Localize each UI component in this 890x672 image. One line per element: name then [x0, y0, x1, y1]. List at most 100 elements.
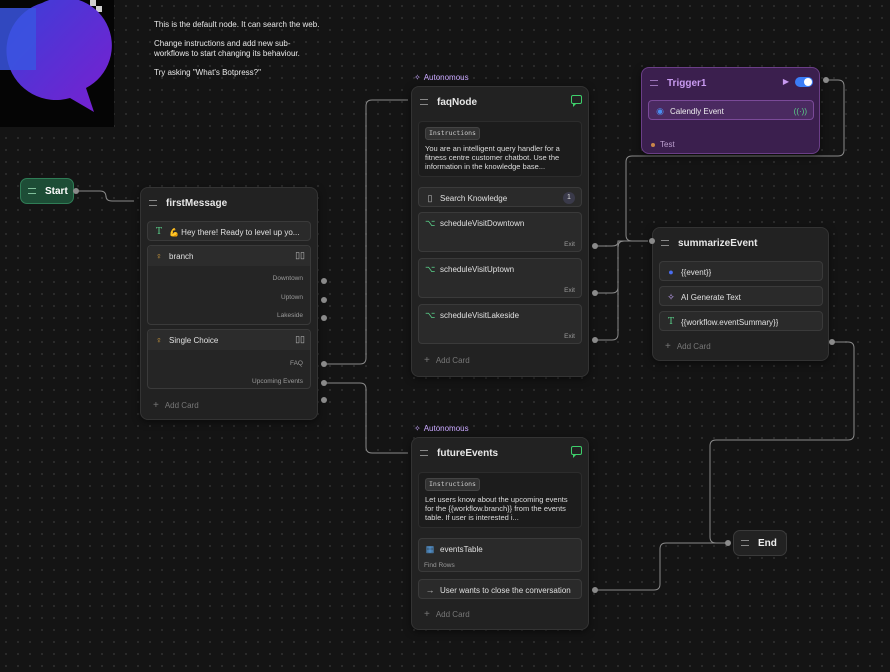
transition-port[interactable] [592, 587, 598, 593]
summarize-output-port[interactable] [829, 339, 835, 345]
chat-icon[interactable] [571, 95, 582, 107]
text-card[interactable]: T 💪 Hey there! Ready to level up yo... [147, 221, 311, 241]
wand-icon: ✧ [414, 73, 421, 82]
node-futureevents[interactable]: futureEvents Instructions Let users know… [411, 437, 589, 630]
drag-handle-icon[interactable] [420, 99, 428, 105]
drag-handle-icon[interactable] [661, 240, 669, 246]
node-title: faqNode [437, 96, 477, 108]
node-summarizeevent[interactable]: summarizeEvent ● {{event}} ✧ AI Generate… [652, 227, 829, 361]
botpress-logo-art [0, 0, 114, 127]
event-variable-card[interactable]: ● {{event}} [659, 261, 823, 281]
text-icon: T [155, 227, 162, 237]
subflow-card[interactable]: ⌥ scheduleVisitLakeside Exit [418, 304, 582, 344]
calendly-event-card[interactable]: ◉ Calendly Event ((·)) [648, 100, 814, 120]
add-card-label: Add Card [435, 356, 470, 365]
add-card-button[interactable]: + Add Card [153, 400, 199, 411]
subflow-label: scheduleVisitUptown [440, 264, 515, 274]
choice-port-events[interactable] [321, 380, 327, 386]
instructions-text: You are an intelligent query handler for… [425, 144, 560, 171]
summarize-input-port[interactable] [649, 238, 655, 244]
node-trigger[interactable]: Trigger1 ▶ ◉ Calendly Event ((·)) Test [641, 67, 820, 154]
add-card-button[interactable]: + Add Card [424, 355, 470, 366]
instructions-box[interactable]: Instructions Let users know about the up… [418, 472, 582, 528]
node-title: firstMessage [166, 197, 228, 209]
transition-label: User wants to close the conversation [440, 585, 571, 595]
branch-port-downtown[interactable] [321, 278, 327, 284]
start-output-port[interactable] [73, 188, 79, 194]
node-header[interactable]: faqNode [412, 87, 588, 117]
instructions-box[interactable]: Instructions You are an intelligent quer… [418, 121, 582, 177]
exit-port[interactable] [592, 290, 598, 296]
node-header[interactable]: firstMessage [141, 188, 317, 218]
choice-port-faq[interactable] [321, 361, 327, 367]
play-icon[interactable]: ▶ [783, 77, 789, 86]
branch-port-uptown[interactable] [321, 297, 327, 303]
node-header[interactable]: summarizeEvent [653, 228, 828, 258]
add-card-button[interactable]: + Add Card [665, 341, 711, 352]
plus-icon: + [665, 341, 671, 352]
node-firstmessage[interactable]: firstMessage T 💪 Hey there! Ready to lev… [140, 187, 318, 420]
autonomous-badge: ✧ Autonomous [414, 424, 469, 433]
choice-option: Upcoming Events [252, 378, 303, 385]
test-label: Test [660, 140, 675, 149]
node-header[interactable]: futureEvents [412, 438, 588, 468]
sparkle-icon: ✧ [667, 291, 675, 302]
text-card-label: 💪 Hey there! Ready to level up yo... [169, 227, 300, 237]
drag-handle-icon[interactable] [28, 188, 36, 194]
book-icon[interactable]: ▯▯ [295, 250, 305, 261]
events-table-card[interactable]: ▦ eventsTable Find Rows [418, 538, 582, 572]
node-faqnode[interactable]: faqNode Instructions You are an intellig… [411, 86, 589, 377]
book-icon: ▯ [427, 192, 433, 203]
subflow-icon: ⌥ [425, 309, 436, 320]
subflow-card[interactable]: ⌥ scheduleVisitUptown Exit [418, 258, 582, 298]
table-action: Find Rows [424, 562, 455, 569]
card-label: {{event}} [681, 267, 712, 277]
autonomous-label: Autonomous [423, 424, 469, 433]
subflow-card[interactable]: ⌥ scheduleVisitDowntown Exit [418, 212, 582, 252]
text-card[interactable]: T {{workflow.eventSummary}} [659, 311, 823, 331]
subflow-label: scheduleVisitLakeside [440, 310, 520, 320]
add-card-label: Add Card [435, 610, 470, 619]
plus-icon: + [424, 355, 430, 366]
lightbulb-icon: ♀ [155, 251, 163, 261]
event-label: Calendly Event [670, 106, 724, 116]
branch-port-lakeside[interactable] [321, 315, 327, 321]
transition-card[interactable]: → User wants to close the conversation [418, 579, 582, 599]
exit-port[interactable] [592, 243, 598, 249]
search-knowledge-card[interactable]: ▯ Search Knowledge 1 [418, 187, 582, 207]
drag-handle-icon[interactable] [420, 450, 428, 456]
single-choice-card[interactable]: ♀ Single Choice ▯▯ FAQ Upcoming Events [147, 329, 311, 389]
enable-toggle[interactable] [795, 77, 813, 87]
edge-faq-faqnode [324, 99, 408, 365]
instructions-text: Let users know about the upcoming events… [425, 495, 568, 522]
branch-option: Lakeside [276, 312, 303, 319]
variable-icon: ● [668, 267, 674, 277]
drag-handle-icon[interactable] [650, 80, 658, 86]
plus-icon: + [153, 400, 159, 411]
lightbulb-icon: ♀ [155, 335, 163, 345]
node-title: summarizeEvent [678, 237, 758, 249]
branch-card[interactable]: ♀ branch ▯▯ Downtown Uptown Lakeside [147, 245, 311, 325]
choice-port-default[interactable] [321, 397, 327, 403]
end-node[interactable]: End [733, 530, 787, 556]
drag-handle-icon[interactable] [149, 200, 157, 206]
ai-generate-card[interactable]: ✧ AI Generate Text [659, 286, 823, 306]
add-card-label: Add Card [164, 401, 199, 410]
chat-icon[interactable] [571, 446, 582, 458]
edge-faq-exit1-summarize [594, 240, 648, 247]
start-label: Start [45, 185, 68, 197]
test-row[interactable]: Test [651, 140, 675, 149]
status-dot-icon [651, 142, 655, 147]
start-node[interactable]: Start [20, 178, 74, 204]
exit-port[interactable] [592, 337, 598, 343]
edge-faq-exit2-summarize [594, 240, 648, 294]
add-card-button[interactable]: + Add Card [424, 609, 470, 620]
transition-arrow-icon: → [425, 585, 435, 595]
node-header[interactable]: Trigger1 ▶ [642, 68, 819, 98]
workflow-canvas[interactable]: This is the default node. It can search … [0, 0, 890, 672]
subflow-icon: ⌥ [425, 217, 436, 228]
book-icon[interactable]: ▯▯ [295, 334, 305, 345]
end-input-port[interactable] [725, 540, 731, 546]
trigger-output-port[interactable] [823, 77, 829, 83]
drag-handle-icon[interactable] [741, 540, 749, 546]
